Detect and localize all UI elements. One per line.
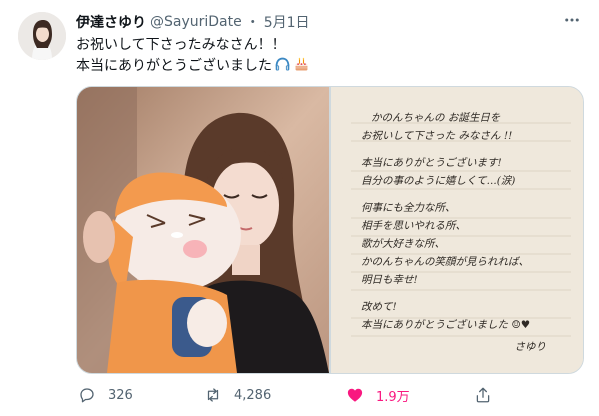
handwritten-note: かのんちゃんの お誕生日を お祝いして下さった みなさん !! 本当にありがとう…	[361, 109, 576, 356]
tweet-header: 伊達さゆり @SayuriDate ・ 5月1日	[76, 11, 579, 33]
reply-button[interactable]: 326	[78, 382, 133, 408]
tweet-date[interactable]: 5月1日	[264, 12, 310, 32]
photo-handwritten-note[interactable]: かのんちゃんの お誕生日を お祝いして下さった みなさん !! 本当にありがとう…	[331, 87, 583, 373]
photo-girl-with-plush[interactable]	[77, 87, 329, 373]
cake-emoji-icon	[293, 56, 310, 80]
like-count: 1.9万	[376, 389, 410, 405]
note-line: かのんちゃんの お誕生日を	[371, 112, 501, 124]
avatar[interactable]	[18, 12, 66, 60]
avatar-image	[18, 12, 66, 60]
note-line: 明日も幸せ!	[361, 274, 418, 286]
headphone-emoji-icon	[274, 56, 291, 80]
photo-left-image	[77, 87, 329, 373]
tweet-text-line-2: 本当にありがとうございました	[76, 56, 556, 80]
tweet-text-line-2-text: 本当にありがとうございました	[76, 58, 272, 74]
retweet-icon	[207, 388, 219, 402]
share-button[interactable]	[474, 382, 492, 408]
retweet-button[interactable]: 4,286	[204, 382, 271, 408]
author-display-name[interactable]: 伊達さゆり	[76, 12, 146, 32]
note-line: お祝いして下さった みなさん !!	[361, 130, 513, 142]
note-line: 相手を思いやれる所、	[361, 220, 466, 232]
tweet-media[interactable]: かのんちゃんの お誕生日を お祝いして下さった みなさん !! 本当にありがとう…	[76, 86, 584, 374]
like-button[interactable]: 1.9万	[346, 382, 410, 408]
separator-dot: ・	[245, 15, 260, 31]
reply-count: 326	[108, 387, 133, 403]
note-line: 本当にありがとうございました ☺♥	[361, 319, 531, 331]
share-icon	[476, 387, 490, 403]
tweet: 伊達さゆり @SayuriDate ・ 5月1日 お祝いして下さったみなさん！！…	[0, 0, 599, 416]
reply-icon	[80, 388, 94, 403]
tweet-text-line-1: お祝いして下さったみなさん！！	[76, 37, 286, 53]
note-line: 改めて!	[361, 301, 397, 313]
note-signature: さゆり	[514, 341, 547, 353]
note-line: 歌が大好きな所、	[361, 238, 445, 250]
more-options-icon[interactable]	[559, 10, 585, 30]
tweet-text: お祝いして下さったみなさん！！ 本当にありがとうございました	[76, 35, 556, 80]
note-line: かのんちゃんの笑顔が見られれば、	[361, 256, 529, 268]
more-icon	[565, 18, 579, 22]
note-line: 何事にも全力な所、	[361, 202, 456, 214]
heart-filled-icon	[347, 388, 363, 402]
retweet-count: 4,286	[234, 387, 272, 403]
tweet-actions: 326 4,286 1.9万	[76, 382, 596, 408]
note-line: 自分の事のように嬉しくて...(涙)	[361, 175, 516, 187]
note-line: 本当にありがとうございます!	[361, 157, 502, 169]
author-handle[interactable]: @SayuriDate	[150, 14, 242, 30]
